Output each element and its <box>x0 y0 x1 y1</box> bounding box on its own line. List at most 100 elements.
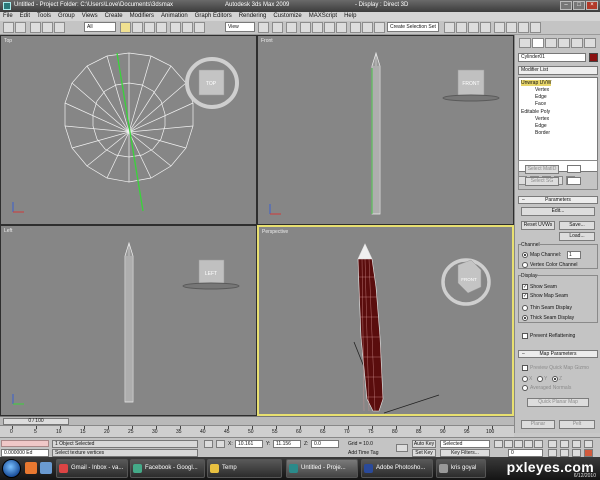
undo-icon[interactable] <box>3 22 14 33</box>
stack-item-poly-vertex[interactable]: Vertex <box>535 116 549 122</box>
modify-tab-icon[interactable] <box>532 38 544 48</box>
bind-space-warp-icon[interactable] <box>54 22 65 33</box>
x-coordinate-field[interactable]: 10.161 <box>235 440 263 448</box>
absolute-mode-icon[interactable] <box>216 440 225 448</box>
motion-tab-icon[interactable] <box>558 38 570 48</box>
next-frame-icon[interactable] <box>524 440 533 448</box>
stack-item-editable-poly[interactable]: Editable Poly <box>521 109 550 115</box>
menu-graph-editors[interactable]: Graph Editors <box>195 12 232 21</box>
stack-item-unwrap-vertex[interactable]: Vertex <box>535 87 549 93</box>
quick-planar-map-button[interactable]: Quick Planar Map <box>527 398 589 407</box>
maximize-viewport-icon[interactable] <box>584 449 593 457</box>
maxscript-output[interactable]: 0.000000 Ed <box>1 449 49 457</box>
named-selection-set-dropdown[interactable]: Create Selection Set <box>387 22 439 32</box>
preview-quick-map-checkbox[interactable] <box>522 365 528 371</box>
task-kris-goyal[interactable]: kris goyal <box>436 459 486 478</box>
planar-button[interactable]: Planar <box>521 420 555 429</box>
key-filters-button[interactable]: Key Filters... <box>440 449 490 457</box>
viewport-top-label[interactable]: Top <box>4 38 12 44</box>
play-icon[interactable] <box>514 440 523 448</box>
viewport-front[interactable]: Front FRONT <box>257 35 514 225</box>
menu-modifiers[interactable]: Modifiers <box>130 12 154 21</box>
stack-item-unwrap-edge[interactable]: Edge <box>535 94 547 100</box>
keyboard-shortcut-icon[interactable] <box>286 22 297 33</box>
select-sg-spinner[interactable] <box>567 177 581 185</box>
vertex-color-channel-radio[interactable] <box>522 262 528 268</box>
stack-item-unwrap-face[interactable]: Face <box>535 101 546 107</box>
quick-render-icon[interactable] <box>530 22 541 33</box>
edit-button[interactable]: Edit... <box>521 207 595 216</box>
save-button[interactable]: Save... <box>559 221 595 230</box>
prevent-reflattening-checkbox[interactable] <box>522 333 528 339</box>
menu-edit[interactable]: Edit <box>20 12 30 21</box>
axis-y-radio[interactable] <box>537 376 543 382</box>
angle-snap-icon[interactable] <box>312 22 323 33</box>
object-color-swatch[interactable] <box>589 53 598 62</box>
menu-animation[interactable]: Animation <box>161 12 188 21</box>
thin-seam-radio[interactable] <box>522 305 528 311</box>
layer-manager-icon[interactable] <box>444 22 455 33</box>
menu-customize[interactable]: Customize <box>273 12 301 21</box>
set-key-button[interactable]: Set Key <box>412 449 436 457</box>
averaged-normals-radio[interactable] <box>522 385 528 391</box>
auto-key-button[interactable]: Auto Key <box>412 440 436 448</box>
task-3dsmax[interactable]: Untitled - Proje... <box>286 459 358 478</box>
thick-seam-radio[interactable] <box>522 315 528 321</box>
select-matid-spinner[interactable] <box>567 165 581 173</box>
stack-item-unwrap-uvw[interactable]: Unwrap UVW <box>521 80 552 86</box>
percent-snap-icon[interactable] <box>324 22 335 33</box>
go-to-end-icon[interactable] <box>534 440 543 448</box>
map-channel-spinner[interactable]: 1 <box>567 251 581 259</box>
scale-icon[interactable] <box>194 22 205 33</box>
material-editor-icon[interactable] <box>480 22 491 33</box>
menu-group[interactable]: Group <box>58 12 75 21</box>
select-by-name-icon[interactable] <box>132 22 143 33</box>
previous-frame-icon[interactable] <box>504 440 513 448</box>
maxscript-listener-mini[interactable] <box>1 440 49 447</box>
viewport-top[interactable]: Top TOP <box>0 35 257 225</box>
snaps-toggle-icon[interactable] <box>300 22 311 33</box>
menu-maxscript[interactable]: MAXScript <box>309 12 337 21</box>
selection-filter-dropdown[interactable]: All <box>84 22 116 32</box>
render-setup-icon[interactable] <box>494 22 505 33</box>
edit-named-selection-icon[interactable] <box>350 22 361 33</box>
z-coordinate-field[interactable]: 0.0 <box>311 440 339 448</box>
show-desktop-icon[interactable] <box>40 462 52 474</box>
select-manipulate-icon[interactable] <box>272 22 283 33</box>
viewport-left[interactable]: Left LEFT <box>0 225 257 416</box>
key-set-dropdown[interactable]: Selected <box>440 440 490 448</box>
menu-rendering[interactable]: Rendering <box>239 12 267 21</box>
display-tab-icon[interactable] <box>571 38 583 48</box>
redo-icon[interactable] <box>15 22 26 33</box>
maximize-button[interactable]: □ <box>573 1 585 10</box>
axis-z-radio[interactable] <box>552 376 558 382</box>
stack-item-poly-border[interactable]: Border <box>535 130 550 136</box>
map-channel-radio[interactable] <box>522 252 528 258</box>
mirror-icon[interactable] <box>362 22 373 33</box>
viewport-perspective[interactable]: Perspective FRONT <box>257 225 514 416</box>
viewport-front-label[interactable]: Front <box>261 38 273 44</box>
menu-file[interactable]: File <box>3 12 13 21</box>
rectangular-selection-icon[interactable] <box>144 22 155 33</box>
unlink-icon[interactable] <box>42 22 53 33</box>
close-button[interactable]: × <box>586 1 598 10</box>
select-sg-button[interactable]: Select SG <box>525 177 559 186</box>
y-coordinate-field[interactable]: 11.156 <box>273 440 301 448</box>
walk-through-icon[interactable] <box>572 449 581 457</box>
key-icon[interactable] <box>396 444 408 452</box>
viewport-perspective-label[interactable]: Perspective <box>262 229 288 235</box>
spinner-snap-icon[interactable] <box>336 22 347 33</box>
zoom-extents-icon[interactable] <box>584 440 593 448</box>
axis-x-radio[interactable] <box>522 376 528 382</box>
minimize-button[interactable]: – <box>560 1 572 10</box>
curve-editor-icon[interactable] <box>456 22 467 33</box>
parameters-rollout[interactable]: – Parameters <box>518 196 598 204</box>
clock-date[interactable]: 6/12/2010 <box>574 473 596 479</box>
map-parameters-rollout[interactable]: – Map Parameters <box>518 350 598 358</box>
menu-help[interactable]: Help <box>344 12 356 21</box>
viewport-left-label[interactable]: Left <box>4 228 12 234</box>
schematic-view-icon[interactable] <box>468 22 479 33</box>
reset-uvws-button[interactable]: Reset UVWs <box>521 221 555 230</box>
time-slider-track[interactable]: 0 / 100 <box>0 416 514 425</box>
start-button[interactable] <box>2 459 21 478</box>
